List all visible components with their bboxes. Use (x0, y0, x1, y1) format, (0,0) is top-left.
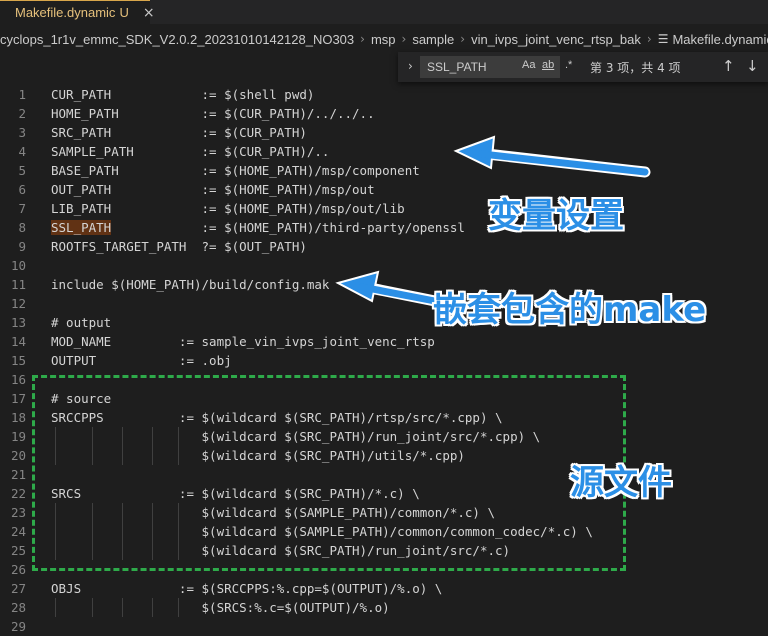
code-line[interactable]: 1 CUR_PATH := $(shell pwd) (0, 85, 768, 104)
breadcrumb-item[interactable]: vin_ivps_joint_venc_rtsp_bak (471, 32, 641, 47)
breadcrumb-item[interactable]: msp (371, 32, 396, 47)
line-number: 24 (10, 524, 26, 539)
chevron-right-icon: › (401, 32, 407, 46)
line-number: 7 (18, 201, 26, 216)
code-line[interactable]: 27 OBJS := $(SRCCPPS:%.cpp=$(OUTPUT)/%.o)… (0, 579, 768, 598)
indent-guide (55, 598, 56, 617)
annotation-variables: 变量设置 (488, 196, 624, 236)
tab-bar: Makefile.dynamic U × (0, 0, 768, 24)
previous-match-icon[interactable]: ↑ (722, 57, 735, 75)
tab-makefile-dynamic[interactable]: Makefile.dynamic U × (0, 0, 155, 24)
indent-guide (178, 598, 179, 617)
whole-word-icon[interactable]: ab (542, 59, 554, 71)
line-number: 26 (10, 562, 26, 577)
breadcrumb-item[interactable]: cyclops_1r1v_emmc_SDK_V2.0.2_20231010142… (0, 32, 354, 47)
line-number: 15 (10, 353, 26, 368)
annotation-source-files: 源文件 (570, 463, 672, 503)
line-text: SRC_PATH := $(CUR_PATH) (51, 125, 307, 140)
search-match: SSL_PATH (51, 220, 112, 235)
code-line[interactable]: 9 ROOTFS_TARGET_PATH ?= $(OUT_PATH) (0, 237, 768, 256)
line-text: OBJS := $(SRCCPPS:%.cpp=$(OUTPUT)/%.o) \ (51, 581, 443, 596)
line-number: 20 (10, 448, 26, 463)
line-text: SSL_PATH := $(HOME_PATH)/third-party/ope… (51, 218, 465, 237)
untracked-badge: U (119, 5, 129, 20)
line-number: 9 (18, 239, 26, 254)
chevron-right-icon: › (646, 32, 652, 46)
line-number: 5 (18, 163, 26, 178)
find-query: SSL_PATH (427, 60, 487, 74)
file-lines-icon: ☰ (657, 32, 669, 46)
find-input[interactable]: SSL_PATH (420, 56, 560, 78)
line-text: # output (51, 315, 112, 330)
code-line[interactable]: 8 SSL_PATH := $(HOME_PATH)/third-party/op… (0, 218, 768, 237)
close-icon[interactable]: × (143, 5, 155, 21)
line-number: 13 (10, 315, 26, 330)
line-text: LIB_PATH := $(HOME_PATH)/msp/out/lib (51, 201, 405, 216)
toggle-replace-icon[interactable]: › (408, 59, 413, 73)
find-widget: › SSL_PATH Aa ab .* 第 3 项，共 4 项 ↑ ↓ (398, 52, 768, 82)
indent-guide (92, 598, 93, 617)
indent-guide (122, 598, 123, 617)
line-number: 17 (10, 391, 26, 406)
line-number: 18 (10, 410, 26, 425)
line-text: ROOTFS_TARGET_PATH ?= $(OUT_PATH) (51, 239, 307, 254)
line-text: BASE_PATH := $(HOME_PATH)/msp/component (51, 163, 420, 178)
line-number: 25 (10, 543, 26, 558)
line-number: 16 (10, 372, 26, 387)
line-number: 8 (18, 220, 26, 235)
line-number: 1 (18, 87, 26, 102)
breadcrumb-item[interactable]: Makefile.dynamic (672, 32, 768, 47)
chevron-right-icon: › (360, 32, 365, 46)
line-number: 6 (18, 182, 26, 197)
line-number: 12 (10, 296, 26, 311)
line-text: CUR_PATH := $(shell pwd) (51, 87, 315, 102)
line-text: include $(HOME_PATH)/build/config.mak (51, 277, 330, 292)
code-line[interactable]: 10 (0, 256, 768, 275)
line-number: 29 (10, 619, 26, 634)
regex-icon[interactable]: .* (565, 59, 572, 71)
line-number: 11 (10, 277, 26, 292)
line-number: 10 (10, 258, 26, 273)
line-text: HOME_PATH := $(CUR_PATH)/../../.. (51, 106, 375, 121)
chevron-right-icon: › (460, 32, 466, 46)
code-line[interactable]: 15 OUTPUT := .obj (0, 351, 768, 370)
line-text: SAMPLE_PATH := $(CUR_PATH)/.. (51, 144, 330, 159)
source-highlight-box (32, 375, 626, 571)
breadcrumb: cyclops_1r1v_emmc_SDK_V2.0.2_20231010142… (0, 28, 768, 50)
code-line[interactable]: 14 MOD_NAME := sample_vin_ivps_joint_venc… (0, 332, 768, 351)
line-number: 4 (18, 144, 26, 159)
code-line[interactable]: 6 OUT_PATH := $(HOME_PATH)/msp/out (0, 180, 768, 199)
breadcrumb-item[interactable]: sample (412, 32, 454, 47)
code-line[interactable]: 4 SAMPLE_PATH := $(CUR_PATH)/.. (0, 142, 768, 161)
tab-label: Makefile.dynamic (15, 5, 116, 20)
match-count: 第 3 项，共 4 项 (590, 61, 681, 75)
line-text: OUTPUT := .obj (51, 353, 232, 368)
line-number: 3 (18, 125, 26, 140)
line-number: 27 (10, 581, 26, 596)
line-number: 28 (10, 600, 26, 615)
line-number: 14 (10, 334, 26, 349)
line-number: 19 (10, 429, 26, 444)
code-line[interactable]: 5 BASE_PATH := $(HOME_PATH)/msp/component (0, 161, 768, 180)
line-number: 23 (10, 505, 26, 520)
line-text: $(SRCS:%.c=$(OUTPUT)/%.o) (51, 600, 390, 615)
line-text: MOD_NAME := sample_vin_ivps_joint_venc_r… (51, 334, 435, 349)
code-line[interactable]: 28 $(SRCS:%.c=$(OUTPUT)/%.o) (0, 598, 768, 617)
next-match-icon[interactable]: ↓ (746, 57, 759, 75)
line-number: 2 (18, 106, 26, 121)
annotation-nested-make: 嵌套包含的make (433, 290, 707, 330)
line-text: OUT_PATH := $(HOME_PATH)/msp/out (51, 182, 375, 197)
code-line[interactable]: 2 HOME_PATH := $(CUR_PATH)/../../.. (0, 104, 768, 123)
indent-guide (152, 598, 153, 617)
line-number: 21 (10, 467, 26, 482)
line-text-rest: := $(HOME_PATH)/third-party/openssl (111, 220, 465, 235)
code-line[interactable]: 7 LIB_PATH := $(HOME_PATH)/msp/out/lib (0, 199, 768, 218)
match-case-icon[interactable]: Aa (522, 59, 535, 71)
line-number: 22 (10, 486, 26, 501)
code-line[interactable]: 3 SRC_PATH := $(CUR_PATH) (0, 123, 768, 142)
code-line[interactable]: 29 (0, 617, 768, 636)
